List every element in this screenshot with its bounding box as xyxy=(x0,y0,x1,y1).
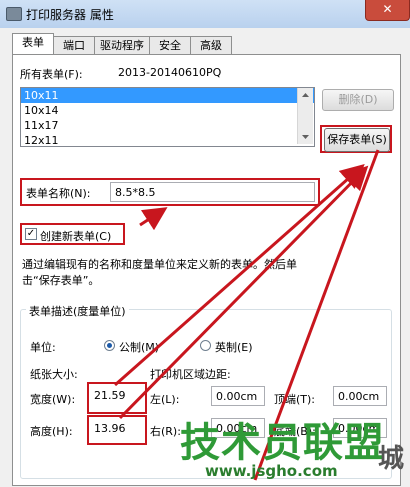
watermark-city: 城 xyxy=(378,444,405,474)
arrow-height-to-save xyxy=(118,165,369,420)
arrow-width-to-save xyxy=(114,164,365,387)
watermark-logo-text: 技术员联盟 xyxy=(180,420,385,466)
arrow-to-form-name xyxy=(139,207,168,231)
watermark-url: www.jsgho.com xyxy=(205,462,338,480)
